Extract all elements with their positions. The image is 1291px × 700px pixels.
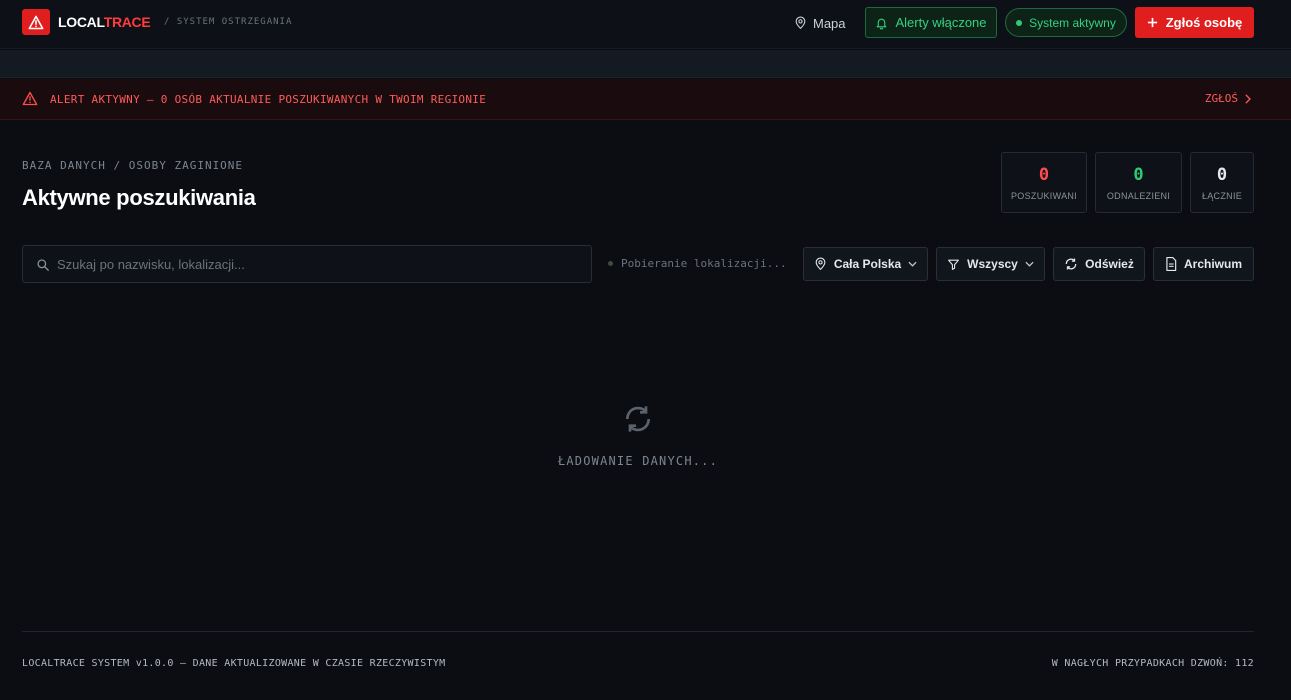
brand-subtitle: / SYSTEM OSTRZEGANIA xyxy=(164,17,293,27)
alert-banner-text: ALERT AKTYWNY — 0 OSÓB AKTUALNIE POSZUKI… xyxy=(50,93,487,106)
report-person-label: Zgłoś osobę xyxy=(1165,15,1243,30)
refresh-button-label: Odśwież xyxy=(1085,257,1134,271)
brand-part-local: LOCAL xyxy=(58,14,104,30)
stat-value: 0 xyxy=(1133,165,1144,185)
loading-text: ŁADOWANIE DANYCH... xyxy=(557,454,719,468)
alerts-toggle-button[interactable]: Alerty włączone xyxy=(865,7,997,38)
stat-label: POSZUKIWANI xyxy=(1011,191,1077,201)
footer-version-text: LOCALTRACE SYSTEM v1.0.0 — DANE AKTUALIZ… xyxy=(22,658,446,669)
stat-label: ODNALEZIENI xyxy=(1106,191,1171,201)
alert-banner: ALERT AKTYWNY — 0 OSÓB AKTUALNIE POSZUKI… xyxy=(0,79,1291,120)
brand-name[interactable]: LOCALTRACE xyxy=(58,14,151,30)
report-person-button[interactable]: Zgłoś osobę xyxy=(1135,7,1254,38)
chevron-down-icon xyxy=(908,261,917,267)
location-status-dot-icon xyxy=(608,261,613,266)
logo[interactable] xyxy=(22,9,50,35)
stat-label: ŁĄCZNIE xyxy=(1201,191,1243,201)
top-header: LOCALTRACE / SYSTEM OSTRZEGANIA Mapa Ale… xyxy=(0,0,1291,49)
loading-spinner-icon xyxy=(625,406,651,432)
search-box[interactable] xyxy=(22,245,592,283)
bell-icon xyxy=(877,18,887,29)
filter-dropdown-label: Wszyscy xyxy=(967,257,1018,271)
alert-report-link-label: ZGŁOŚ xyxy=(1204,92,1238,105)
region-dropdown-label: Cała Polska xyxy=(833,257,902,271)
location-status-text: Pobieranie lokalizacji... xyxy=(621,257,787,270)
system-status-label: System aktywny xyxy=(1029,15,1116,30)
footer-divider xyxy=(22,631,1254,632)
refresh-button[interactable]: Odśwież xyxy=(1053,247,1145,281)
warning-triangle-icon xyxy=(28,15,44,29)
location-status: Pobieranie lokalizacji... xyxy=(608,257,787,270)
search-input[interactable] xyxy=(57,254,577,274)
footer-emergency-text: W NAGŁYCH PRZYPADKACH DZWOŃ: 112 xyxy=(1051,658,1254,669)
chevron-right-icon xyxy=(1245,93,1251,104)
sub-navigation-bar xyxy=(0,50,1291,78)
archive-button-label: Archiwum xyxy=(1183,257,1242,271)
filter-dropdown[interactable]: Wszyscy xyxy=(936,247,1045,281)
search-icon xyxy=(37,259,49,271)
stat-value: 0 xyxy=(1038,165,1050,185)
stat-card-searched: 0 POSZUKIWANI xyxy=(1001,152,1087,213)
alerts-toggle-label: Alerty włączone xyxy=(895,15,987,30)
document-icon xyxy=(1166,257,1177,271)
alert-report-link[interactable]: ZGŁOŚ xyxy=(1205,92,1251,105)
stat-card-found: 0 ODNALEZIENI xyxy=(1095,152,1182,213)
plus-icon xyxy=(1147,17,1157,28)
stat-card-total: 0 ŁĄCZNIE xyxy=(1190,152,1254,213)
breadcrumb: BAZA DANYCH / OSOBY ZAGINIONE xyxy=(22,159,244,172)
stat-value: 0 xyxy=(1216,165,1228,185)
status-dot-icon xyxy=(1016,19,1023,26)
map-pin-icon xyxy=(815,257,826,271)
map-link[interactable]: Mapa xyxy=(794,14,846,32)
map-pin-icon xyxy=(795,16,806,30)
system-status-badge[interactable]: System aktywny xyxy=(1005,8,1127,37)
region-dropdown[interactable]: Cała Polska xyxy=(803,247,928,281)
chevron-down-icon xyxy=(1025,261,1034,267)
alert-triangle-icon xyxy=(22,91,38,106)
archive-button[interactable]: Archiwum xyxy=(1153,247,1254,281)
refresh-icon xyxy=(1065,258,1077,270)
filter-icon xyxy=(948,259,960,270)
brand-part-trace: TRACE xyxy=(103,14,151,30)
page-title: Aktywne poszukiwania xyxy=(22,185,256,210)
map-link-label: Mapa xyxy=(813,15,846,31)
